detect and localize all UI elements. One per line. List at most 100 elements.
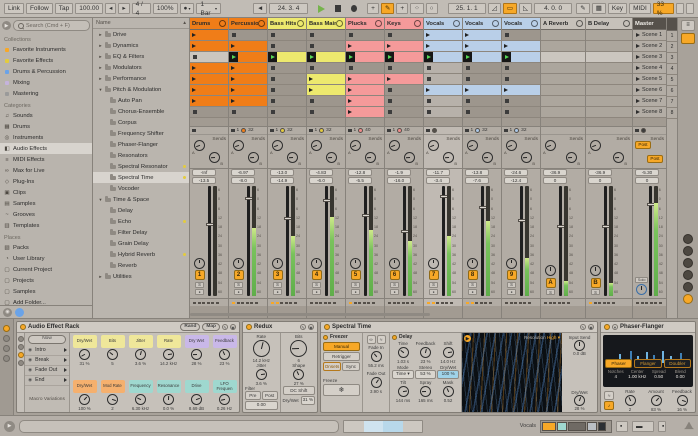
clip-play-icon[interactable] [426, 88, 430, 92]
sidebar-item-midi-effects[interactable]: ≡ MIDI Effects [0, 154, 92, 165]
pan-knob[interactable] [506, 257, 517, 269]
clip-slot-1[interactable] [268, 30, 306, 41]
scene-slot-scene-8[interactable]: Scene 8 [633, 107, 666, 118]
track-header-b-delay-B[interactable]: B Delay [586, 18, 632, 30]
knob-dial-spray[interactable] [420, 385, 431, 397]
chain-row-intro[interactable]: ◉ Intro [25, 346, 69, 356]
meter-peak-value[interactable]: -4.83 [309, 169, 333, 176]
clip-play-icon[interactable] [426, 33, 430, 37]
meter-peak-value[interactable]: -36.9 [543, 169, 567, 176]
record-button[interactable] [350, 5, 358, 12]
freezer-retrigger-button[interactable]: Retrigger [323, 352, 360, 361]
punch-out-button[interactable]: ◺ [519, 3, 532, 14]
scene-slot-scene-3[interactable]: Scene 3 [633, 52, 666, 63]
clip-slot-4[interactable] [541, 63, 585, 74]
clip-play-icon[interactable] [192, 77, 196, 81]
clip-play-icon[interactable] [309, 88, 313, 92]
volume-value[interactable]: 0 [635, 177, 659, 184]
clip-slot-3[interactable] [424, 52, 462, 63]
volume-fader[interactable] [601, 186, 610, 296]
clip-play-icon[interactable] [192, 99, 196, 103]
browser-collapse-button[interactable]: ▶ [2, 21, 11, 30]
clip-slot-8[interactable] [424, 107, 462, 118]
knob-dial-bits[interactable] [107, 349, 118, 360]
midi-map-button[interactable]: MIDI [629, 3, 651, 14]
clip-slot-2[interactable] [463, 41, 501, 52]
device-chain-overview[interactable] [540, 419, 612, 433]
expand-arrow-icon[interactable]: ▼ [98, 197, 103, 202]
clip-slot-6[interactable] [268, 85, 306, 96]
rack-variation-toggle[interactable] [17, 360, 24, 366]
clip-play-icon[interactable] [309, 77, 313, 81]
clip-slot-2[interactable] [586, 41, 632, 52]
clip-slot-8[interactable] [307, 107, 345, 118]
pan-knob[interactable] [311, 257, 322, 269]
phaser-mode-doubler[interactable]: Doubler [663, 359, 691, 368]
spectral-power-button[interactable] [324, 324, 330, 330]
browser-item-eq-filters[interactable]: ► EQ & Filters [93, 51, 189, 62]
crossfade-assign-row[interactable] [633, 298, 666, 306]
clip-play-icon[interactable] [231, 66, 235, 70]
track-options-icon[interactable] [414, 20, 421, 27]
scene-slot-scene-5[interactable]: Scene 5 [633, 74, 666, 85]
scene-number-6[interactable]: 6 [667, 86, 677, 97]
volume-fader[interactable] [244, 186, 253, 296]
volume-value[interactable]: -16.0 [387, 177, 411, 184]
send-b-knob[interactable] [566, 152, 577, 163]
clip-slot-1[interactable] [190, 30, 228, 41]
clip-stop-icon[interactable] [349, 66, 353, 70]
chain-hotswap-icon[interactable]: ◉ [27, 347, 33, 353]
session-hscrollbar[interactable] [190, 313, 430, 316]
clip-slot-5[interactable] [385, 74, 423, 85]
playing-clip-indicator[interactable] [229, 52, 238, 62]
automation-arm-button[interactable]: ✎ [380, 3, 395, 14]
tap-button[interactable]: Tap [54, 3, 74, 14]
clip-play-icon[interactable] [231, 44, 235, 48]
browser-item-hybrid-reverb[interactable]: Hybrid Reverb [93, 249, 189, 260]
send-a-knob[interactable] [428, 140, 439, 151]
meter-peak-value[interactable]: -36.9 [588, 169, 612, 176]
rail-extra-button[interactable] [3, 355, 10, 362]
browser-item-corpus[interactable]: Corpus [93, 117, 189, 128]
freezer-sync-button[interactable]: Sync [342, 362, 360, 371]
clip-slot-3[interactable] [385, 52, 423, 63]
track-activator-button[interactable]: 9 [506, 270, 517, 280]
crossfade-assign-row[interactable] [424, 298, 462, 306]
expand-arrow-icon[interactable]: ► [98, 54, 103, 59]
chain-row-break[interactable]: ◉ Break [25, 356, 69, 366]
clip-stop-icon[interactable] [427, 77, 431, 81]
sidebar-item-plug-ins[interactable]: ◇ Plug-Ins [0, 176, 92, 187]
status-stop-icon[interactable] [387, 128, 391, 133]
clip-slot-6[interactable] [229, 85, 267, 96]
clip-stop-icon[interactable] [388, 88, 392, 92]
knob-dial-feedback[interactable] [420, 347, 431, 358]
sidebar-item-templates[interactable]: ▥ Templates [0, 220, 92, 231]
pan-knob[interactable] [467, 257, 478, 269]
pan-knob[interactable] [389, 257, 400, 269]
chain-zoom-button[interactable]: ▬ [632, 420, 654, 432]
track-header-a-reverb-A[interactable]: A Reverb [541, 18, 585, 30]
rate-sync-mode-button[interactable]: ♪ [604, 401, 614, 410]
clip-stop-icon[interactable] [505, 33, 509, 37]
delay-drywet-field[interactable]: 100 % [437, 370, 460, 379]
clip-play-icon[interactable] [504, 88, 508, 92]
clip-stop-icon[interactable] [427, 99, 431, 103]
send-b-knob[interactable] [326, 152, 337, 163]
expand-arrow-icon[interactable]: ► [98, 32, 103, 37]
clip-play-icon[interactable] [231, 99, 235, 103]
stop-all-clips-pad-icon[interactable] [681, 33, 695, 44]
clip-slot-5[interactable] [463, 74, 501, 85]
crossfade-assign-row[interactable] [190, 298, 228, 306]
send-b-knob[interactable] [248, 152, 259, 163]
send-b-knob[interactable] [613, 152, 624, 163]
clip-view-toggle[interactable] [3, 335, 10, 342]
browser-item-echo[interactable]: Echo [93, 216, 189, 227]
pan-knob[interactable] [590, 265, 601, 276]
clip-slot-5[interactable] [346, 74, 384, 85]
rate-hz-mode-button[interactable]: ≈ [604, 391, 614, 400]
link-button[interactable]: Link [4, 3, 24, 14]
filter-pre-button[interactable]: Pre [245, 391, 261, 400]
send-a-post-button[interactable]: Post [635, 141, 651, 149]
knob-dial-frequency[interactable] [135, 394, 146, 405]
mixer-toggle-io[interactable] [683, 234, 693, 244]
